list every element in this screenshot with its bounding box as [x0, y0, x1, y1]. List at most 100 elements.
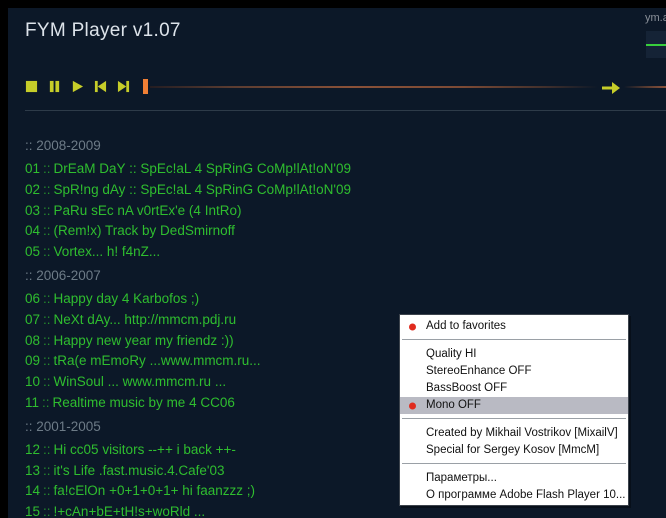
next-button[interactable] — [117, 80, 130, 93]
playlist-track[interactable]: 13:: it's Life .fast.music.4.Cafe'03 — [25, 461, 445, 482]
context-menu-item[interactable]: Quality HI — [400, 346, 628, 363]
track-separator: :: — [43, 483, 51, 499]
track-number: 14 — [25, 483, 41, 499]
playlist-track[interactable]: 15:: !+cAn+bE+tH!s+woRld ... — [25, 502, 445, 518]
track-title: Realtime music by me 4 CC06 — [52, 394, 235, 410]
track-number: 03 — [25, 202, 41, 218]
track-title: WinSoul ... www.mmcm.ru ... — [53, 374, 227, 390]
track-separator: :: — [43, 462, 51, 478]
playlist-track[interactable]: 11:: Realtime music by me 4 CC06 — [25, 393, 445, 414]
playlist-track[interactable]: 01:: DrEaM DaY :: SpEc!aL 4 SpRinG CoMp!l… — [25, 159, 445, 180]
topright-cropped-text: ym.a — [645, 12, 666, 24]
track-number: 15 — [25, 504, 41, 518]
menu-separator — [402, 339, 626, 340]
track-separator: :: — [42, 394, 50, 410]
playlist-track[interactable]: 14:: fa!cElOn +0+1+0+1+ hi faanzzz ;) — [25, 481, 445, 502]
context-menu-item[interactable]: Mono OFF — [400, 397, 628, 414]
playlist-track[interactable]: 10:: WinSoul ... www.mmcm.ru ... — [25, 372, 445, 393]
track-number: 01 — [25, 161, 41, 176]
seek-handle[interactable] — [143, 79, 148, 94]
track-separator: :: — [43, 441, 51, 457]
track-title: DrEaM DaY :: SpEc!aL 4 SpRinG CoMp!lAt!o… — [53, 161, 352, 176]
track-separator: :: — [43, 374, 51, 390]
menu-separator — [402, 418, 626, 419]
track-separator: :: — [43, 504, 51, 518]
pause-icon — [49, 80, 60, 93]
previous-button[interactable] — [94, 80, 107, 93]
playlist-track[interactable]: 09:: tRa(e mEmoRy ...www.mmcm.ru... — [25, 351, 445, 372]
context-menu-item[interactable]: StereoEnhance OFF — [400, 363, 628, 380]
page-title: FYM Player v1.07 — [25, 20, 181, 41]
track-title: tRa(e mEmoRy ...www.mmcm.ru... — [53, 353, 261, 369]
menu-bullet-icon — [409, 402, 416, 409]
track-number: 08 — [25, 332, 41, 348]
playlist-section-header: :: 2006-2007 — [25, 263, 445, 289]
track-number: 13 — [25, 462, 41, 478]
track-separator: :: — [43, 311, 51, 327]
track-number: 02 — [25, 181, 41, 197]
play-icon — [72, 80, 84, 93]
track-separator: :: — [43, 244, 51, 260]
stop-icon — [25, 80, 38, 93]
playlist-track[interactable]: 12:: Hi cc05 visitors --++ i back ++- — [25, 440, 445, 461]
track-number: 12 — [25, 441, 41, 457]
context-menu: Add to favorites Quality HI StereoEnhance … — [399, 314, 629, 506]
context-menu-item[interactable]: Created by Mikhail Vostrikov [MixailV] — [400, 425, 628, 442]
context-menu-item[interactable]: Параметры... — [400, 470, 628, 487]
track-title: NeXt dAy... http://mmcm.pdj.ru — [53, 311, 237, 327]
menu-item-label: Параметры... — [426, 472, 497, 484]
track-title: Happy day 4 Karbofos ;) — [53, 290, 200, 306]
context-menu-item[interactable]: О программе Adobe Flash Player 10... — [400, 487, 628, 504]
playlist-track[interactable]: 07:: NeXt dAy... http://mmcm.pdj.ru — [25, 310, 445, 331]
playlist-section-header: :: 2008-2009 — [25, 133, 445, 159]
section-label: :: 2008-2009 — [25, 138, 101, 153]
context-menu-item[interactable]: Add to favorites — [400, 318, 628, 335]
arrow-right-icon — [602, 82, 620, 94]
track-separator: :: — [43, 223, 51, 239]
visualizer-line — [646, 44, 666, 46]
track-title: Hi cc05 visitors --++ i back ++- — [53, 441, 236, 457]
track-title: Happy new year my friendz :)) — [53, 332, 234, 348]
playlist-track[interactable]: 02:: SpR!ng dAy :: SpEc!aL 4 SpRinG CoMp!… — [25, 180, 445, 201]
track-number: 09 — [25, 353, 41, 369]
menu-item-label: BassBoost OFF — [426, 382, 508, 394]
playlist-track[interactable]: 04:: (Rem!x) Track by DedSmirnoff — [25, 221, 445, 242]
playlist-track[interactable]: 05:: Vortex... h! f4nZ... — [25, 242, 445, 263]
seek-track[interactable] — [150, 86, 598, 88]
playlist-section-header: :: 2001-2005 — [25, 414, 445, 440]
menu-item-label: О программе Adobe Flash Player 10... — [426, 489, 626, 501]
track-number: 11 — [25, 394, 40, 410]
playlist-track[interactable]: 06:: Happy day 4 Karbofos ;) — [25, 289, 445, 310]
track-number: 06 — [25, 290, 41, 306]
section-label: :: 2006-2007 — [25, 267, 101, 283]
menu-separator — [402, 463, 626, 464]
track-number: 04 — [25, 223, 41, 239]
playlist-track[interactable]: 03:: PaRu sEc nA v0rtEx'e (4 IntRo) — [25, 201, 445, 222]
playlist-track[interactable]: 08:: Happy new year my friendz :)) — [25, 331, 445, 352]
track-separator: :: — [43, 202, 51, 218]
track-separator: :: — [43, 290, 51, 306]
track-title: Vortex... h! f4nZ... — [53, 244, 161, 260]
track-title: fa!cElOn +0+1+0+1+ hi faanzzz ;) — [53, 483, 256, 499]
play-button[interactable] — [71, 80, 84, 93]
track-number: 10 — [25, 374, 41, 390]
menu-item-label: Mono OFF — [426, 399, 481, 411]
section-label: :: 2001-2005 — [25, 418, 101, 434]
menu-item-label: Add to favorites — [426, 320, 506, 332]
mini-visualizer-panel — [646, 31, 666, 58]
track-separator: :: — [43, 332, 51, 348]
track-number: 07 — [25, 311, 41, 327]
track-separator: :: — [43, 161, 51, 176]
previous-icon — [94, 80, 107, 93]
playlist: :: 2008-200901:: DrEaM DaY :: SpEc!aL 4 S… — [25, 133, 445, 518]
pause-button[interactable] — [48, 80, 61, 93]
playlist-next-arrow-button[interactable] — [602, 82, 620, 94]
player-controls — [25, 80, 130, 93]
next-icon — [117, 80, 130, 93]
menu-item-label: StereoEnhance OFF — [426, 365, 532, 377]
track-title: PaRu sEc nA v0rtEx'e (4 IntRo) — [53, 202, 242, 218]
context-menu-item[interactable]: BassBoost OFF — [400, 380, 628, 397]
menu-item-label: Special for Sergey Kosov [MmcM] — [426, 444, 600, 456]
stop-button[interactable] — [25, 80, 38, 93]
context-menu-item[interactable]: Special for Sergey Kosov [MmcM] — [400, 442, 628, 459]
